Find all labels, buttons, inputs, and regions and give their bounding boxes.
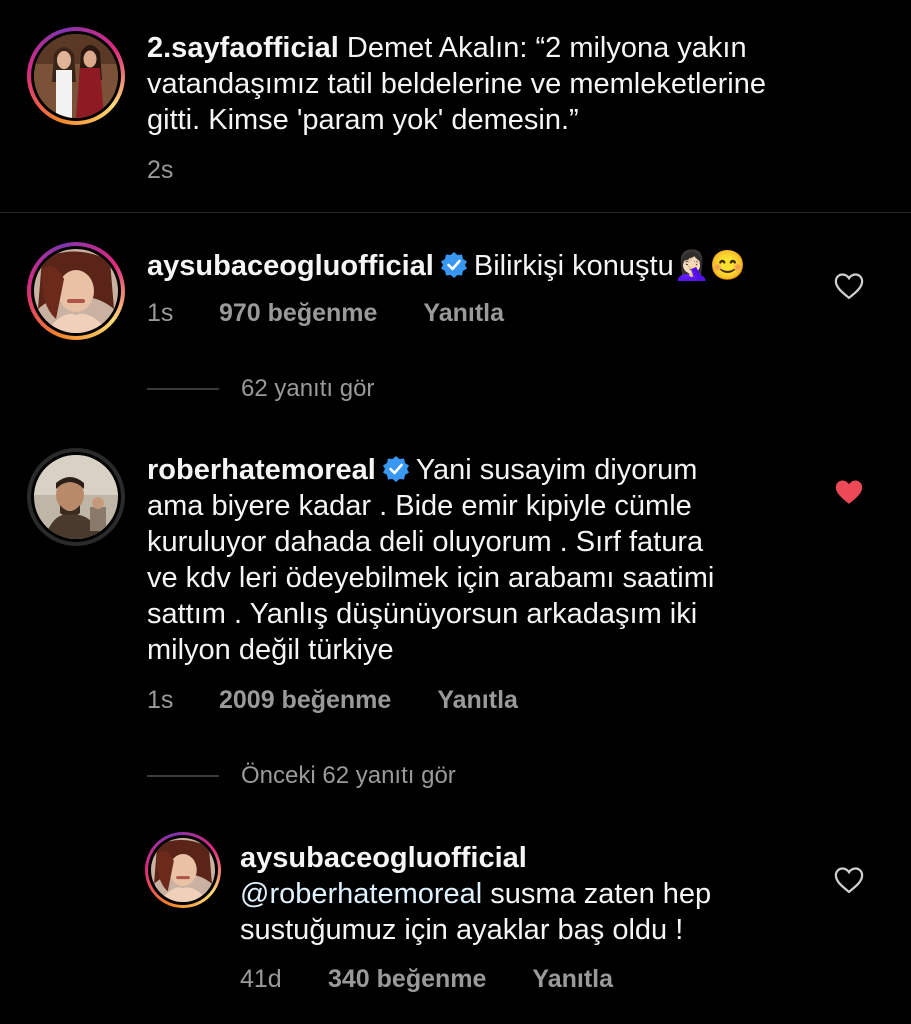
reply-button[interactable]: Yanıtla xyxy=(532,965,613,994)
reply-time: 41d xyxy=(240,965,282,993)
comment-likes[interactable]: 2009 beğenme xyxy=(219,686,391,715)
post-time: 2s xyxy=(147,156,174,184)
reply-button[interactable]: Yanıtla xyxy=(423,299,504,328)
view-previous-replies-link[interactable]: Önceki 62 yanıtı gör xyxy=(147,762,456,790)
comment-text-line-6: milyon değil türkiye xyxy=(147,634,394,666)
comment-avatar-image xyxy=(34,455,118,539)
comment-avatar-image xyxy=(34,249,118,333)
comment-text-line-5: sattım . Yanlış düşünüyorsun arkadaşım i… xyxy=(147,598,698,630)
reply-username[interactable]: aysubaceogluofficial xyxy=(240,842,527,874)
comment-username[interactable]: aysubaceogluofficial xyxy=(147,250,434,282)
comment-text-line-4: ve kdv leri ödeyebilmek için arabamı saa… xyxy=(147,562,715,594)
post-username[interactable]: 2.sayfaofficial xyxy=(147,32,339,64)
post-avatar-image xyxy=(34,34,118,118)
comment-username[interactable]: roberhatemoreal xyxy=(147,454,376,486)
caption-line-2: vatandaşımız tatil beldelerine ve memlek… xyxy=(147,68,766,100)
comment-text: Bilirkişi konuştu🤦🏻‍♀️😊 xyxy=(473,250,746,282)
caption-line-3: gitti. Kimse 'param yok' demesin.” xyxy=(147,104,579,136)
reply-meta: 41d 340 beğenme Yanıtla xyxy=(240,965,613,994)
caption-divider xyxy=(0,212,911,213)
reply-text-line-2: sustuğumuz için ayaklar baş oldu ! xyxy=(240,914,684,946)
comment-avatar[interactable] xyxy=(27,242,125,340)
view-replies-line xyxy=(147,775,219,777)
reply-avatar-image xyxy=(151,838,215,902)
comment-body: aysubaceogluofficial Bilirkişi konuştu🤦🏻‍… xyxy=(147,248,746,284)
verified-badge-icon xyxy=(440,252,467,278)
comment-time: 1s xyxy=(147,686,174,714)
post-caption: 2.sayfaofficial Demet Akalın: “2 milyona… xyxy=(147,30,887,138)
comment-avatar[interactable] xyxy=(27,448,125,546)
liked-heart-icon[interactable] xyxy=(834,478,864,506)
like-heart-icon[interactable] xyxy=(834,272,864,300)
verified-badge-icon xyxy=(382,456,409,482)
view-replies-label: Önceki 62 yanıtı gör xyxy=(241,762,456,789)
comment-text-line-1: Yani susayim diyorum xyxy=(415,454,698,486)
caption-line-1: Demet Akalın: “2 milyona yakın xyxy=(346,32,747,64)
reply-avatar[interactable] xyxy=(145,832,221,908)
comment-meta: 1s 970 beğenme Yanıtla xyxy=(147,299,504,328)
reply-text-line-1: susma zaten hep xyxy=(490,878,712,910)
reply-likes[interactable]: 340 beğenme xyxy=(328,965,486,994)
view-replies-label: 62 yanıtı gör xyxy=(241,375,375,402)
comment-likes[interactable]: 970 beğenme xyxy=(219,299,377,328)
view-replies-line xyxy=(147,388,219,390)
reply-body: aysubaceogluofficial @roberhatemoreal su… xyxy=(240,840,820,948)
reply-mention[interactable]: @roberhatemoreal xyxy=(240,878,482,910)
reply-button[interactable]: Yanıtla xyxy=(437,686,518,715)
comment-time: 1s xyxy=(147,299,174,327)
post-meta: 2s xyxy=(147,156,173,185)
like-heart-icon[interactable] xyxy=(834,866,864,894)
comment-meta: 1s 2009 beğenme Yanıtla xyxy=(147,686,518,715)
comment-text-line-2: ama biyere kadar . Bide emir kipiyle cüm… xyxy=(147,490,692,522)
post-avatar[interactable] xyxy=(27,27,125,125)
comment-text-line-3: kuruluyor dahada deli oluyorum . Sırf fa… xyxy=(147,526,704,558)
view-replies-link[interactable]: 62 yanıtı gör xyxy=(147,375,374,403)
comment-body: roberhatemoreal Yani susayim diyorum ama … xyxy=(147,452,827,668)
